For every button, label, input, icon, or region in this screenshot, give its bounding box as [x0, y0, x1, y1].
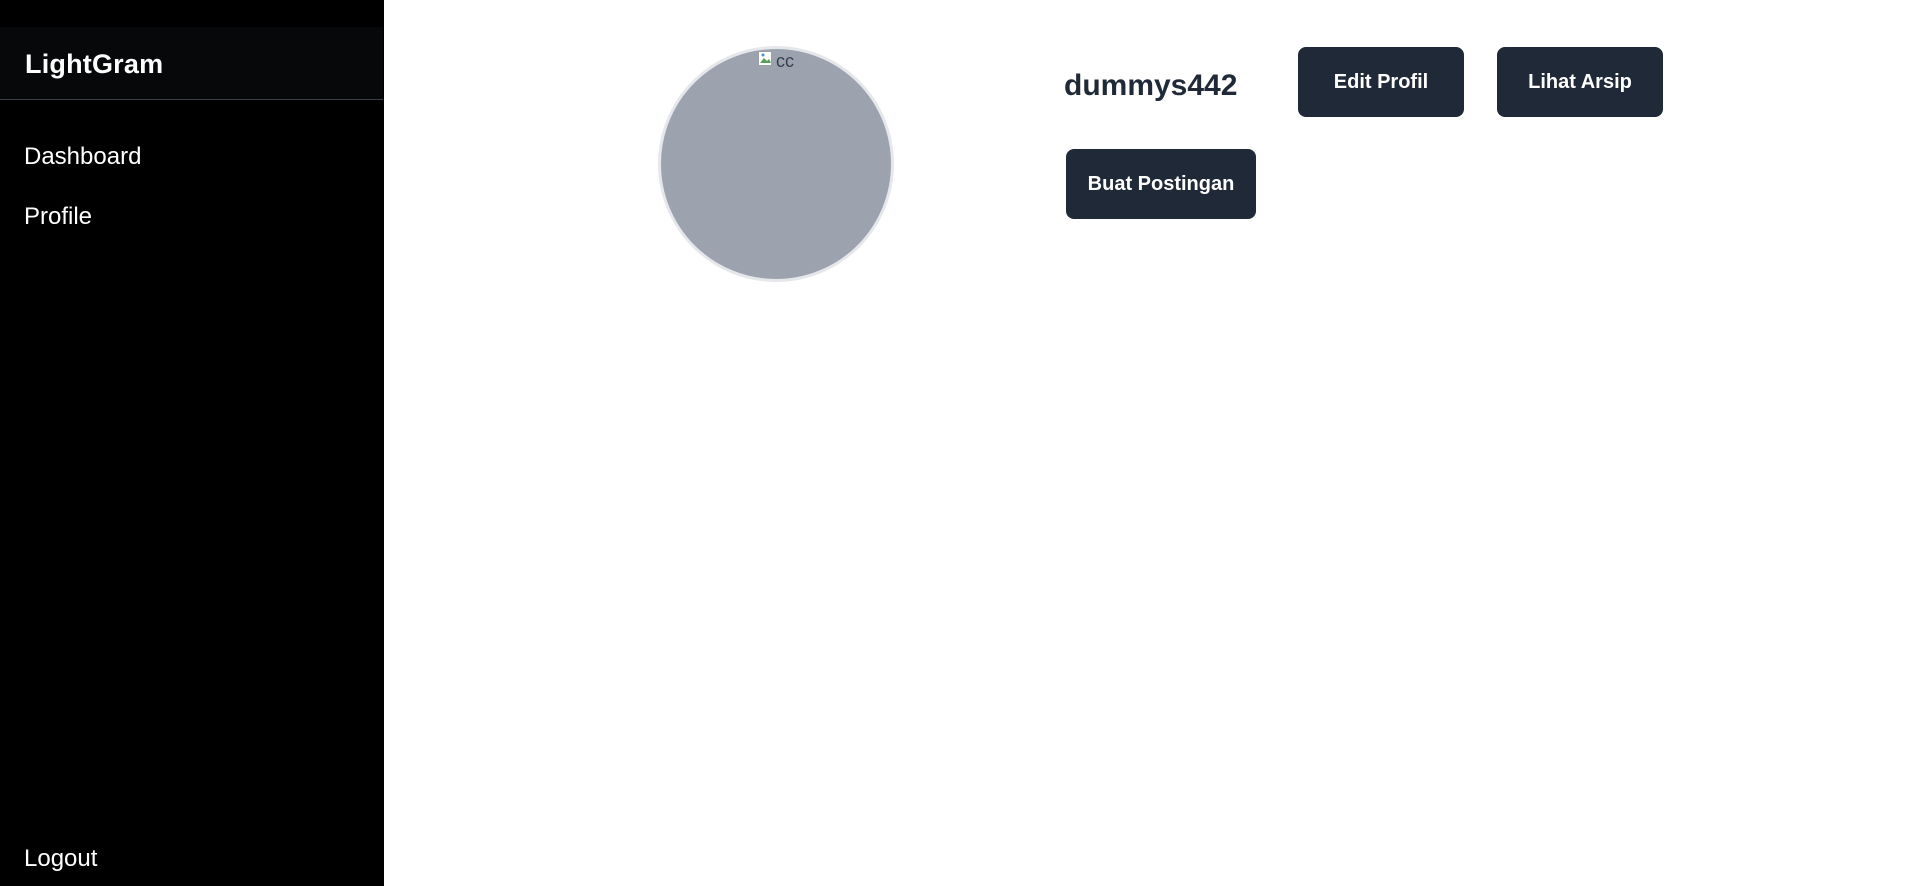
- brand-logo-text[interactable]: LightGram: [25, 49, 163, 80]
- logout-link[interactable]: Logout: [24, 843, 97, 875]
- broken-image-icon: [758, 51, 774, 67]
- app-root: LightGram Dashboard Profile Logout cc du…: [0, 0, 1920, 886]
- sidebar-nav: Dashboard Profile: [0, 136, 383, 256]
- edit-profile-button[interactable]: Edit Profil: [1298, 47, 1464, 117]
- create-post-button[interactable]: Buat Postingan: [1066, 149, 1256, 219]
- avatar-broken-image: cc: [758, 51, 794, 71]
- sidebar-brand: LightGram: [0, 27, 383, 100]
- avatar-alt-text: cc: [776, 51, 794, 71]
- sidebar-item-dashboard[interactable]: Dashboard: [0, 136, 383, 196]
- view-archive-button[interactable]: Lihat Arsip: [1497, 47, 1663, 117]
- sidebar: LightGram Dashboard Profile Logout: [0, 0, 384, 886]
- sidebar-item-profile[interactable]: Profile: [0, 196, 383, 256]
- profile-username: dummys442: [1064, 69, 1238, 102]
- avatar: cc: [658, 46, 894, 282]
- main-content: cc dummys442 Edit Profil Lihat Arsip Bua…: [384, 0, 1920, 886]
